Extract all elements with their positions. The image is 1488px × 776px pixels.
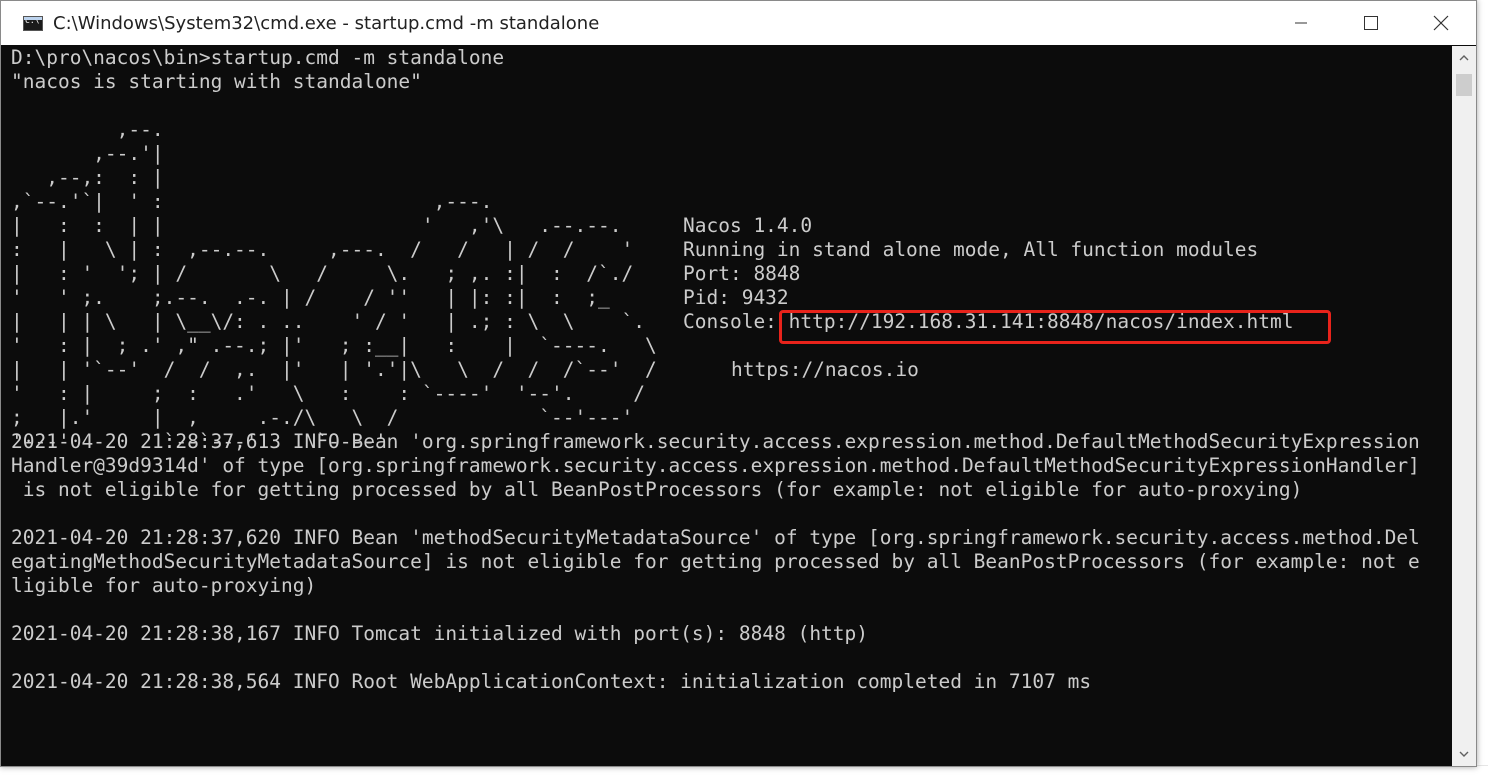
title-bar[interactable]: C:\Windows\System32\cmd.exe - startup.cm…	[1, 1, 1476, 45]
window-controls	[1266, 1, 1476, 45]
starting-line: "nacos is starting with standalone"	[11, 70, 422, 93]
nacos-version: Nacos 1.4.0	[683, 214, 813, 237]
log-line: is not eligible for getting processed by…	[11, 478, 1303, 501]
maximize-button[interactable]	[1336, 1, 1406, 45]
minimize-icon	[1295, 22, 1307, 24]
vertical-scrollbar[interactable]	[1452, 46, 1476, 766]
url-highlight-box	[779, 310, 1331, 344]
chevron-up-icon	[1459, 55, 1469, 61]
window-title: C:\Windows\System32\cmd.exe - startup.cm…	[53, 12, 600, 34]
maximize-icon	[1364, 16, 1378, 30]
log-line: egatingMethodSecurityMetadataSource] is …	[11, 550, 1420, 573]
log-line: 2021-04-20 21:28:38,167 INFO Tomcat init…	[11, 622, 869, 645]
log-line: 2021-04-20 21:28:37,620 INFO Bean 'metho…	[11, 526, 1420, 549]
close-icon	[1433, 15, 1449, 31]
log-area: 2021-04-20 21:28:37,613 INFO Bean 'org.s…	[11, 430, 1451, 694]
log-line: Handler@39d9314d' of type [org.springfra…	[11, 454, 1420, 477]
scrollbar-thumb[interactable]	[1456, 74, 1472, 96]
log-line: ligible for auto-proxying)	[11, 574, 317, 597]
console-output[interactable]: D:\pro\nacos\bin>startup.cmd -m standalo…	[11, 46, 1451, 766]
nacos-port: Port: 8848	[683, 262, 801, 285]
nacos-banner: ,--. ,--.'| ,--,: : | ,`--.'`| ' : ,---.…	[11, 94, 1451, 453]
background-right-edge	[1478, 0, 1488, 776]
log-line: 2021-04-20 21:28:38,564 INFO Root WebApp…	[11, 670, 1092, 693]
minimize-button[interactable]	[1266, 1, 1336, 45]
nacos-pid: Pid: 9432	[683, 286, 789, 309]
nacos-site-link[interactable]: https://nacos.io	[731, 358, 919, 382]
scroll-down-button[interactable]	[1452, 742, 1476, 766]
close-button[interactable]	[1406, 1, 1476, 45]
chevron-down-icon	[1459, 751, 1469, 757]
cmd-app-icon[interactable]	[23, 15, 43, 31]
nacos-mode: Running in stand alone mode, All functio…	[683, 238, 1259, 261]
prompt-line: D:\pro\nacos\bin>startup.cmd -m standalo…	[11, 46, 505, 69]
console-label: Console:	[683, 310, 789, 333]
cmd-window: C:\Windows\System32\cmd.exe - startup.cm…	[0, 0, 1477, 767]
nacos-ascii-logo: ,--. ,--.'| ,--,: : | ,`--.'`| ' : ,---.…	[11, 118, 657, 453]
scroll-up-button[interactable]	[1452, 46, 1476, 70]
